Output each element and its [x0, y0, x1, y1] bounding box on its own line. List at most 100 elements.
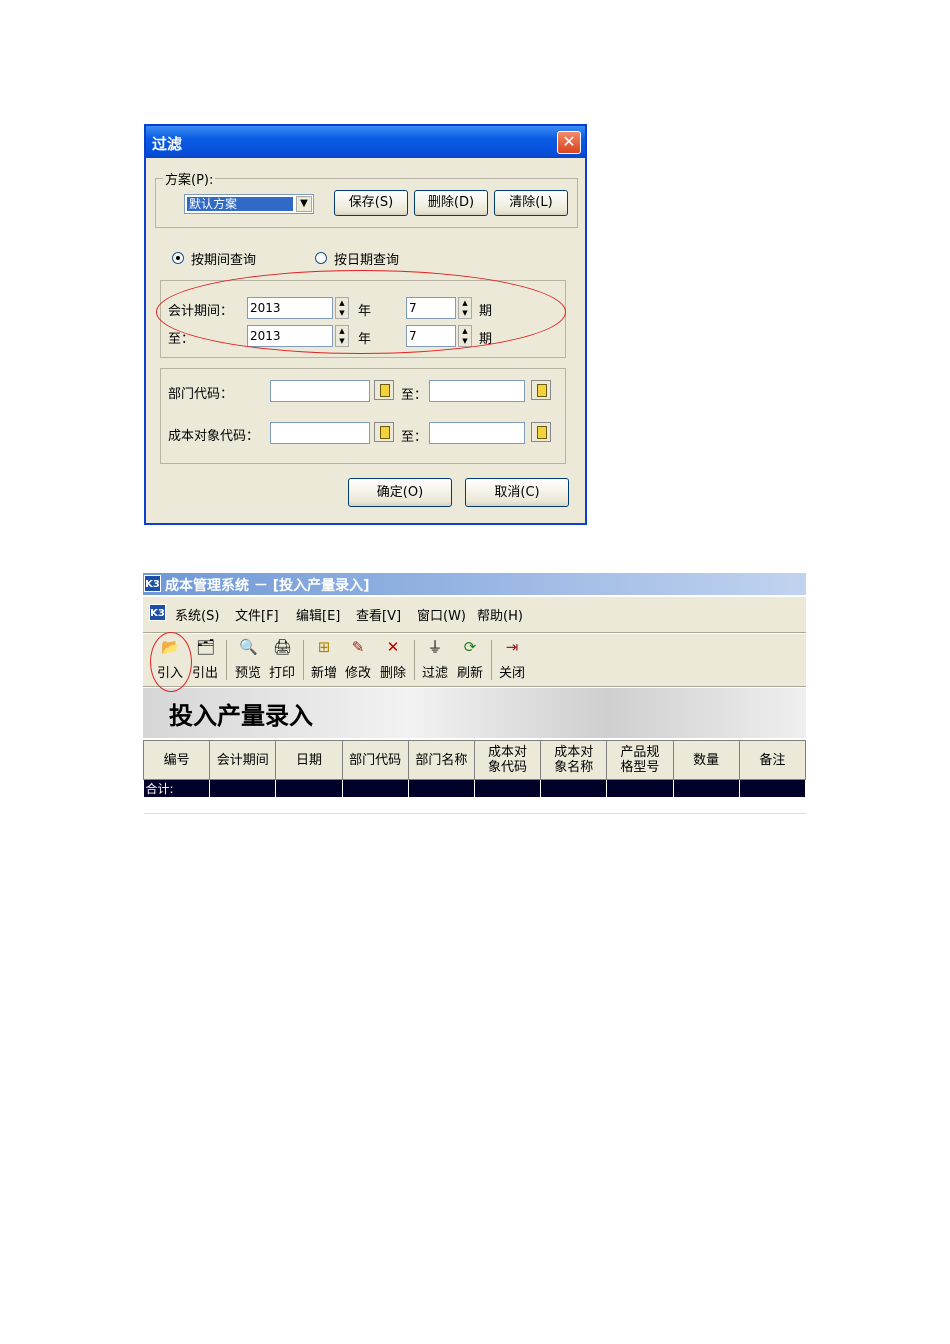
- save-scheme-button[interactable]: 保存(S): [334, 190, 408, 216]
- toolbar-separator: [226, 640, 227, 680]
- ok-button[interactable]: 确定(O): [348, 478, 452, 507]
- refresh-label: 刷新: [456, 666, 483, 681]
- cost-object-to-label: 至：: [401, 430, 428, 445]
- column-header[interactable]: 备注: [738, 740, 807, 780]
- menu-view[interactable]: 查看[V]: [356, 605, 401, 624]
- total-cell: [739, 779, 807, 797]
- export-icon: 🗂: [196, 638, 216, 656]
- cancel-button[interactable]: 取消(C): [465, 478, 569, 507]
- k3-logo-icon: K3: [144, 575, 161, 592]
- total-cell: [606, 779, 674, 797]
- preview-button[interactable]: 🔍 预览: [231, 638, 265, 681]
- scheme-label: 方案(P):: [163, 169, 216, 188]
- add-label: 新增: [310, 666, 337, 681]
- delete-scheme-button[interactable]: 删除(D): [414, 190, 488, 216]
- total-cell: [342, 779, 409, 797]
- refresh-icon: ⟳: [463, 638, 477, 656]
- export-button[interactable]: 🗂 引出: [188, 638, 222, 681]
- scheme-selected-value: 默认方案: [187, 197, 293, 211]
- by-period-label: 按期间查询: [191, 253, 257, 268]
- by-period-radio[interactable]: [172, 252, 184, 264]
- cost-object-code-label: 成本对象代码：: [168, 429, 260, 444]
- menu-bar: K3 系统(S) 文件[F] 编辑[E] 查看[V] 窗口(W) 帮助(H): [143, 597, 806, 633]
- app-titlebar[interactable]: K3 成本管理系统 － [投入产量录入]: [143, 573, 806, 595]
- cost-object-to-field[interactable]: [429, 422, 525, 444]
- filter-icon: ⏚: [427, 638, 443, 656]
- edit-icon: ✎: [351, 638, 365, 656]
- menu-file[interactable]: 文件[F]: [235, 605, 279, 624]
- cost-object-from-field[interactable]: [270, 422, 370, 444]
- k3-logo-icon[interactable]: K3: [149, 604, 166, 621]
- preview-icon: 🔍: [239, 638, 258, 656]
- delete-label: 删除: [379, 666, 406, 681]
- by-date-radio[interactable]: [315, 252, 327, 264]
- total-cell: [673, 779, 740, 797]
- column-header[interactable]: 会计期间: [209, 740, 277, 780]
- refresh-button[interactable]: ⟳ 刷新: [453, 638, 487, 681]
- total-row: 合计:: [143, 779, 807, 797]
- dialog-title: 过滤: [152, 135, 183, 153]
- data-grid: 编号 会计期间 日期 部门代码 部门名称 成本对象代码 成本对象名称 产品规格型…: [142, 740, 807, 814]
- close-button[interactable]: ✕: [557, 131, 581, 154]
- menu-edit[interactable]: 编辑[E]: [296, 605, 340, 624]
- filter-label: 过滤: [421, 666, 448, 681]
- lookup-icon[interactable]: [531, 380, 551, 400]
- menu-help[interactable]: 帮助(H): [477, 605, 523, 624]
- column-header[interactable]: 成本对象名称: [540, 740, 608, 780]
- column-header[interactable]: 部门代码: [341, 740, 409, 780]
- total-cell: [474, 779, 542, 797]
- toolbar-separator: [303, 640, 304, 680]
- column-header[interactable]: 编号: [142, 740, 211, 780]
- print-icon: 🖨: [273, 638, 293, 656]
- total-cell: [540, 779, 608, 797]
- column-header[interactable]: 数量: [672, 740, 740, 780]
- filter-button[interactable]: ⏚ 过滤: [418, 638, 452, 681]
- menu-window[interactable]: 窗口(W): [417, 605, 466, 624]
- toolbar: 📂 引入 🗂 引出 🔍 预览 🖨 打印 ⊞ 新增 ✎ 修改 ✕ 删除 ⏚ 过滤 …: [143, 634, 806, 687]
- highlight-ellipse: [156, 270, 566, 354]
- edit-label: 修改: [344, 666, 371, 681]
- delete-icon: ✕: [386, 638, 400, 656]
- app-title: 成本管理系统 － [投入产量录入]: [165, 578, 370, 594]
- lookup-icon[interactable]: [374, 380, 394, 400]
- add-button[interactable]: ⊞ 新增: [307, 638, 341, 681]
- total-label: 合计:: [143, 779, 211, 797]
- delete-button[interactable]: ✕ 删除: [376, 638, 410, 681]
- lookup-icon[interactable]: [531, 422, 551, 442]
- dept-code-label: 部门代码：: [168, 387, 234, 402]
- chevron-down-icon[interactable]: ▼: [296, 196, 312, 212]
- column-header[interactable]: 成本对象代码: [473, 740, 542, 780]
- dept-to-label: 至：: [401, 388, 428, 403]
- menu-system[interactable]: 系统(S): [175, 605, 219, 624]
- dept-code-to-field[interactable]: [429, 380, 525, 402]
- toolbar-separator: [414, 640, 415, 680]
- close-door-icon: ⇥: [505, 638, 519, 656]
- page-title: 投入产量录入: [169, 701, 313, 730]
- print-button[interactable]: 🖨 打印: [265, 638, 299, 681]
- total-cell: [408, 779, 475, 797]
- total-cell: [209, 779, 277, 797]
- total-cell: [275, 779, 343, 797]
- dialog-titlebar[interactable]: 过滤 ✕: [146, 126, 585, 158]
- export-label: 引出: [191, 666, 218, 681]
- toolbar-separator: [491, 640, 492, 680]
- close-button[interactable]: ⇥ 关闭: [495, 638, 529, 681]
- empty-row[interactable]: [143, 797, 807, 814]
- column-header[interactable]: 部门名称: [407, 740, 475, 780]
- column-header[interactable]: 日期: [275, 740, 343, 780]
- close-label: 关闭: [498, 666, 525, 681]
- by-date-label: 按日期查询: [334, 253, 400, 268]
- scheme-select[interactable]: 默认方案 ▼: [184, 194, 314, 214]
- edit-button[interactable]: ✎ 修改: [341, 638, 375, 681]
- dept-code-from-field[interactable]: [270, 380, 370, 402]
- page-banner: 投入产量录入: [143, 688, 806, 738]
- preview-label: 预览: [234, 666, 261, 681]
- cost-management-window: K3 成本管理系统 － [投入产量录入] K3 系统(S) 文件[F] 编辑[E…: [142, 573, 807, 814]
- clear-scheme-button[interactable]: 清除(L): [494, 190, 568, 216]
- column-header[interactable]: 产品规格型号: [606, 740, 674, 780]
- grid-header-row: 编号 会计期间 日期 部门代码 部门名称 成本对象代码 成本对象名称 产品规格型…: [142, 740, 807, 780]
- lookup-icon[interactable]: [374, 422, 394, 442]
- add-icon: ⊞: [317, 638, 331, 656]
- highlight-circle: [150, 632, 192, 692]
- print-label: 打印: [268, 666, 295, 681]
